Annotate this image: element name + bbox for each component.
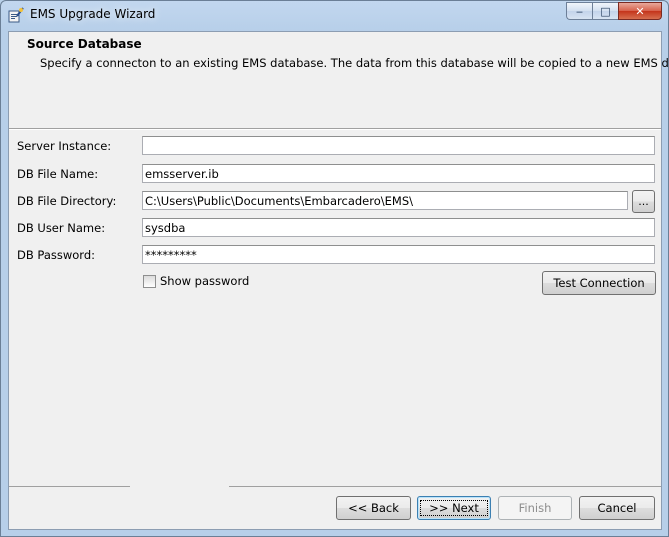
maximize-button[interactable]: □ (592, 2, 618, 20)
db-user-name-input[interactable] (142, 218, 655, 237)
browse-directory-button[interactable]: ... (632, 190, 655, 213)
cancel-button[interactable]: Cancel (579, 496, 655, 520)
show-password-label[interactable]: Show password (160, 274, 249, 288)
server-instance-input[interactable] (142, 136, 655, 155)
next-button-label: >> Next (420, 500, 488, 516)
wizard-window: EMS Upgrade Wizard ‒ □ ✕ Source Database… (0, 0, 669, 537)
minimize-button[interactable]: ‒ (566, 2, 592, 20)
wizard-header: Source Database Specify a connecton to a… (9, 32, 668, 129)
footer-divider-right (229, 486, 661, 487)
close-icon: ✕ (635, 4, 645, 18)
caption-buttons: ‒ □ ✕ (566, 2, 662, 21)
header-divider (9, 129, 661, 130)
test-connection-button[interactable]: Test Connection (542, 271, 656, 295)
db-password-input[interactable] (142, 245, 655, 264)
page-title: Source Database (27, 37, 142, 51)
next-button[interactable]: >> Next (417, 496, 491, 520)
page-description: Specify a connecton to an existing EMS d… (40, 56, 669, 70)
server-instance-label: Server Instance: (17, 139, 112, 153)
maximize-icon: □ (600, 4, 611, 18)
minimize-icon: ‒ (576, 4, 583, 18)
db-password-label: DB Password: (17, 248, 95, 262)
db-file-name-input[interactable] (142, 164, 655, 183)
window-title: EMS Upgrade Wizard (30, 7, 156, 21)
db-file-directory-input[interactable] (142, 191, 628, 210)
wizard-client-area: Source Database Specify a connecton to a… (8, 31, 668, 530)
show-password-checkbox[interactable] (143, 275, 156, 288)
back-button[interactable]: << Back (336, 496, 411, 520)
footer-divider-left (9, 486, 130, 487)
finish-button: Finish (498, 496, 572, 520)
wizard-app-icon (8, 7, 24, 23)
db-user-name-label: DB User Name: (17, 221, 106, 235)
title-bar[interactable]: EMS Upgrade Wizard ‒ □ ✕ (1, 1, 668, 29)
db-file-directory-label: DB File Directory: (17, 194, 117, 208)
db-file-name-label: DB File Name: (17, 167, 99, 181)
close-button[interactable]: ✕ (618, 2, 662, 20)
